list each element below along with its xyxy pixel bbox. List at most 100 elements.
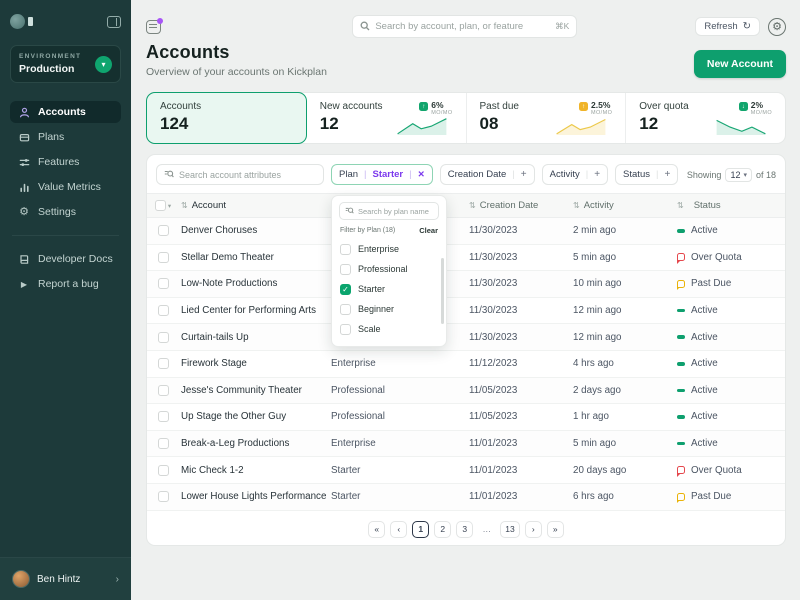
- table-row[interactable]: Denver Choruses Starter 11/30/2023 2 min…: [147, 218, 785, 245]
- user-menu[interactable]: Ben Hintz ›: [0, 557, 131, 600]
- row-checkbox[interactable]: [158, 278, 169, 289]
- sidebar-item-accounts[interactable]: Accounts: [10, 101, 121, 123]
- plan-option[interactable]: Professional: [339, 259, 439, 279]
- attribute-search[interactable]: [156, 164, 324, 185]
- plan-option[interactable]: Enterprise: [339, 239, 439, 259]
- refresh-button[interactable]: Refresh ↻: [695, 17, 760, 36]
- plan-option[interactable]: Starter: [339, 279, 439, 299]
- avatar: [12, 570, 30, 588]
- sidebar-item-features[interactable]: Features: [10, 151, 121, 173]
- row-checkbox[interactable]: [158, 332, 169, 343]
- environment-switch-icon[interactable]: ▾: [95, 56, 112, 73]
- pagination-button[interactable]: ‹: [390, 521, 407, 538]
- remove-filter-icon[interactable]: ✕: [418, 169, 425, 180]
- column-header-account[interactable]: Account: [192, 200, 226, 211]
- add-filter-icon[interactable]: +: [594, 169, 600, 180]
- row-checkbox[interactable]: [158, 438, 169, 449]
- pagination-button[interactable]: ›: [525, 521, 542, 538]
- stat-value: 08: [480, 114, 519, 134]
- checkbox-icon[interactable]: [340, 284, 351, 295]
- pagination-button[interactable]: 2: [434, 521, 451, 538]
- sidebar-item-settings[interactable]: ⚙ Settings: [10, 201, 121, 223]
- status-icon: [677, 362, 685, 366]
- add-filter-icon[interactable]: +: [664, 169, 670, 180]
- table-row[interactable]: Stellar Demo Theater Starter 11/30/2023 …: [147, 245, 785, 272]
- add-filter-icon[interactable]: +: [521, 169, 527, 180]
- environment-label: ENVIRONMENT: [19, 53, 81, 60]
- page-size-select[interactable]: 12 ▾: [725, 168, 752, 182]
- account-settings-icon[interactable]: ⚙: [768, 18, 786, 36]
- refresh-label: Refresh: [704, 21, 737, 32]
- filter-chip[interactable]: Creation Date | +: [440, 164, 535, 185]
- column-header-status[interactable]: Status: [694, 200, 721, 211]
- sort-icon[interactable]: ⇅: [469, 201, 476, 210]
- attribute-search-input[interactable]: [179, 170, 316, 180]
- row-checkbox[interactable]: [158, 252, 169, 263]
- stat-card-accounts[interactable]: Accounts 124: [146, 92, 307, 144]
- pagination-button[interactable]: »: [547, 521, 564, 538]
- sort-icon[interactable]: ⇅: [181, 201, 188, 210]
- table-row[interactable]: Up Stage the Other Guy Professional 11/0…: [147, 404, 785, 431]
- dropdown-scrollbar[interactable]: [441, 258, 444, 324]
- pagination-button[interactable]: 1: [412, 521, 429, 538]
- table-row[interactable]: Lower House Lights Performance Starter 1…: [147, 484, 785, 511]
- sidebar-item-value-metrics[interactable]: Value Metrics: [10, 176, 121, 198]
- new-account-button[interactable]: New Account: [694, 50, 786, 78]
- checkbox-icon[interactable]: [340, 264, 351, 275]
- global-search[interactable]: ⌘K: [352, 15, 577, 38]
- table-row[interactable]: Firework Stage Enterprise 11/12/2023 4 h…: [147, 351, 785, 378]
- sidebar-collapse-icon[interactable]: [107, 16, 121, 28]
- status-icon: [677, 335, 685, 339]
- account-name: Curtain-tails Up: [179, 332, 331, 343]
- chevron-down-icon[interactable]: ▾: [168, 202, 171, 210]
- table-row[interactable]: Low-Note Productions Starter 11/30/2023 …: [147, 271, 785, 298]
- pagination-button[interactable]: 3: [456, 521, 473, 538]
- filter-chip[interactable]: Status | +: [615, 164, 678, 185]
- table-row[interactable]: Lied Center for Performing Arts Starter …: [147, 298, 785, 325]
- checkbox-icon[interactable]: [340, 244, 351, 255]
- plan-search-input[interactable]: [358, 207, 433, 216]
- select-all-checkbox[interactable]: [155, 200, 166, 211]
- sidebar-item-plans[interactable]: Plans: [10, 126, 121, 148]
- sidebar-item-report-bug[interactable]: ▶ Report a bug: [10, 273, 121, 295]
- row-checkbox[interactable]: [158, 491, 169, 502]
- sort-icon[interactable]: ⇅: [677, 201, 684, 210]
- status-label: Active: [691, 438, 718, 449]
- pagination-button[interactable]: «: [368, 521, 385, 538]
- plan-option[interactable]: Scale: [339, 319, 439, 339]
- filter-chip-plan[interactable]: Plan | Starter | ✕: [331, 164, 433, 185]
- wallet-icon: [18, 131, 30, 143]
- plan-search[interactable]: [339, 202, 439, 220]
- column-header-creation-date[interactable]: Creation Date: [480, 200, 539, 211]
- stat-card-new-accounts[interactable]: New accounts 12 ↑ 6% MO/MO: [307, 93, 467, 143]
- stat-card-over-quota[interactable]: Over quota 12 ↓ 2% MO/MO: [626, 93, 785, 143]
- table-row[interactable]: Break-a-Leg Productions Enterprise 11/01…: [147, 431, 785, 458]
- row-checkbox[interactable]: [158, 358, 169, 369]
- table-row[interactable]: Mic Check 1-2 Starter 11/01/2023 20 days…: [147, 457, 785, 484]
- checkbox-icon[interactable]: [340, 304, 351, 315]
- clear-filter-link[interactable]: Clear: [419, 226, 438, 235]
- table-row[interactable]: Jesse's Community Theater Professional 1…: [147, 378, 785, 405]
- row-checkbox[interactable]: [158, 305, 169, 316]
- changelog-icon[interactable]: [146, 20, 161, 34]
- filter-chip[interactable]: Activity | +: [542, 164, 608, 185]
- global-search-input[interactable]: [375, 21, 550, 32]
- row-checkbox[interactable]: [158, 385, 169, 396]
- stat-card-past-due[interactable]: Past due 08 ↑ 2.5% MO/MO: [467, 93, 627, 143]
- environment-selector[interactable]: ENVIRONMENT Production ▾: [10, 45, 121, 83]
- sparkline-down-icon: [710, 117, 772, 136]
- row-checkbox[interactable]: [158, 225, 169, 236]
- sparkline-up-icon: [550, 117, 612, 136]
- table-row[interactable]: Curtain-tails Up Starter 11/30/2023 12 m…: [147, 324, 785, 351]
- sort-icon[interactable]: ⇅: [573, 201, 580, 210]
- plan-option[interactable]: Beginner: [339, 299, 439, 319]
- row-checkbox[interactable]: [158, 411, 169, 422]
- account-name: Denver Choruses: [179, 225, 331, 236]
- pagination-button[interactable]: 13: [500, 521, 519, 538]
- column-header-activity[interactable]: Activity: [584, 200, 614, 211]
- filter-field: Activity: [550, 169, 580, 180]
- row-checkbox[interactable]: [158, 465, 169, 476]
- status-icon: [677, 493, 685, 501]
- sidebar-item-developer-docs[interactable]: Developer Docs: [10, 248, 121, 270]
- checkbox-icon[interactable]: [340, 324, 351, 335]
